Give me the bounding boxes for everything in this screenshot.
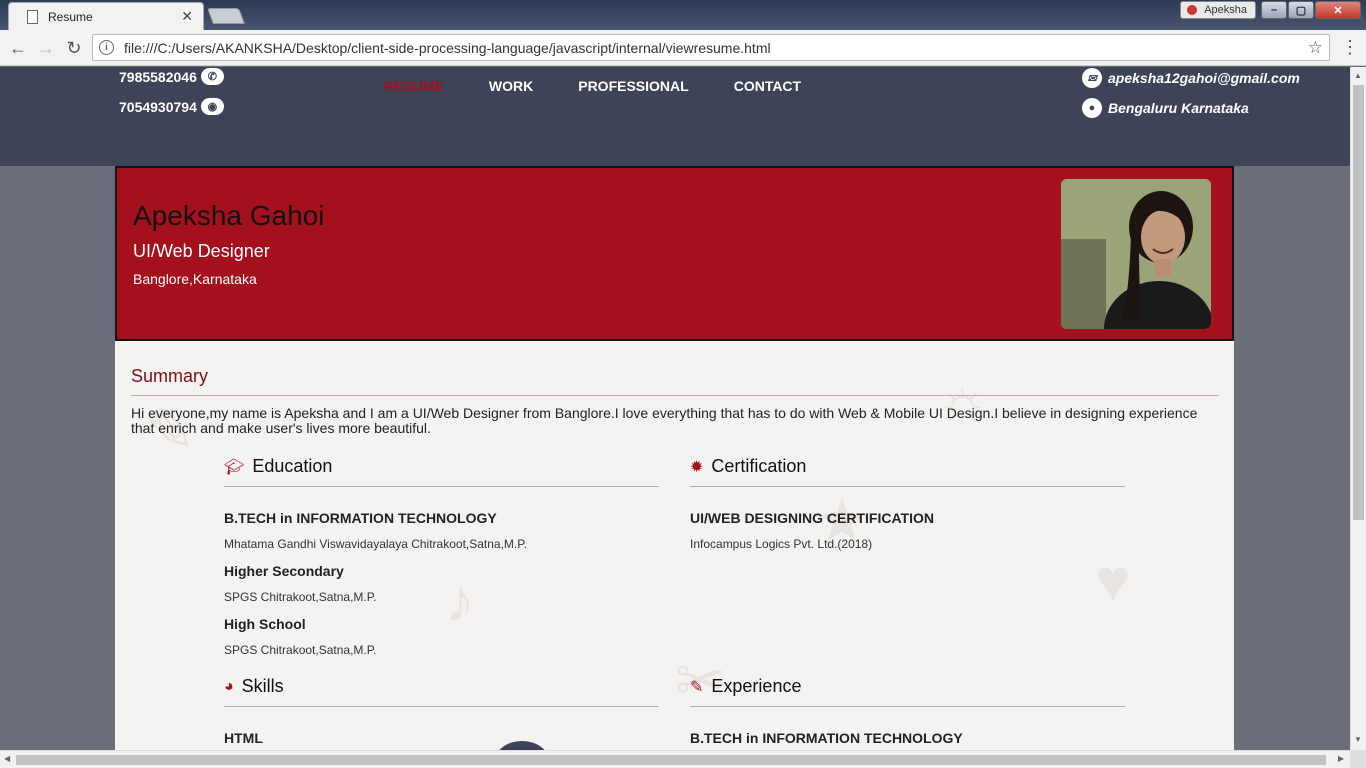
skills-heading: ◕ Skills xyxy=(224,676,284,697)
new-tab-button[interactable] xyxy=(207,8,245,24)
experience-item-title: B.TECH in INFORMATION TECHNOLOGY xyxy=(690,730,963,746)
summary-heading: Summary xyxy=(131,366,209,386)
envelope-icon: ✉ xyxy=(1082,68,1102,88)
scroll-down-icon[interactable]: ▼ xyxy=(1354,735,1362,744)
bookmark-star-icon[interactable]: ☆ xyxy=(1308,38,1323,58)
back-arrow-icon[interactable]: ← xyxy=(6,36,30,60)
profile-role: UI/Web Designer xyxy=(133,241,270,261)
education-heading: 🎓︎ Education xyxy=(224,456,332,477)
browser-tab[interactable]: Resume ✕ xyxy=(8,2,204,30)
education-item-subtitle: SPGS Chitrakoot,Satna,M.P. xyxy=(224,590,377,604)
background-doodle: ♥ xyxy=(1095,547,1131,614)
scroll-up-icon[interactable]: ▲ xyxy=(1354,71,1362,80)
window-close-button[interactable]: ✕ xyxy=(1315,1,1361,19)
nav-contact[interactable]: CONTACT xyxy=(734,78,801,94)
tab-title: Resume xyxy=(48,9,93,24)
scroll-right-icon[interactable]: ▶ xyxy=(1338,754,1344,763)
profile-name: Apeksha xyxy=(1204,4,1247,16)
phone-icon: ✆ xyxy=(200,68,224,85)
whatsapp-contact: 7054930794 ◉ xyxy=(119,98,224,115)
certification-heading-text: Certification xyxy=(711,456,807,476)
nav-work[interactable]: WORK xyxy=(489,78,533,94)
graduation-cap-icon: 🎓︎ xyxy=(224,458,245,476)
certificate-badge-icon: ✹ xyxy=(690,458,704,476)
profile-location: Banglore,Karnataka xyxy=(133,271,257,287)
certification-item-subtitle: Infocampus Logics Pvt. Ltd.(2018) xyxy=(690,537,873,551)
education-item-subtitle: Mhatama Gandhi Viswavidayalaya Chitrakoo… xyxy=(224,537,528,551)
certification-item-title: UI/WEB DESIGNING CERTIFICATION xyxy=(690,510,934,526)
profile-button[interactable]: Apeksha xyxy=(1180,1,1256,19)
experience-divider xyxy=(690,706,1125,707)
profile-photo xyxy=(1061,179,1211,329)
edit-icon: ✎ xyxy=(690,678,704,696)
info-icon[interactable]: i xyxy=(99,40,114,55)
experience-heading-text: Experience xyxy=(711,676,802,696)
education-item-title: Higher Secondary xyxy=(224,563,344,579)
scroll-left-icon[interactable]: ◀ xyxy=(4,754,10,763)
horizontal-scrollbar[interactable]: ◀ ▶ xyxy=(0,750,1350,768)
horizontal-scroll-thumb[interactable] xyxy=(16,755,1326,765)
profile-icon xyxy=(1187,5,1197,15)
profile-name-heading: Apeksha Gahoi xyxy=(133,200,325,231)
skill-item: HTML xyxy=(224,730,263,746)
experience-heading: ✎ Experience xyxy=(690,676,801,697)
url-text: file:///C:/Users/AKANKSHA/Desktop/client… xyxy=(124,39,771,56)
forward-arrow-icon[interactable]: → xyxy=(34,36,58,60)
main-nav: RESUME WORK PROFESSIONAL CONTACT xyxy=(384,78,846,94)
document-icon xyxy=(27,9,38,24)
background-doodle: ♪ xyxy=(445,567,475,634)
phone-contact: 7985582046 ✆ xyxy=(119,68,224,85)
skills-heading-text: Skills xyxy=(241,676,284,696)
minimize-button[interactable]: – xyxy=(1261,1,1287,19)
browser-menu-icon[interactable]: ⋮ xyxy=(1340,36,1360,60)
browser-tab-strip: Resume ✕ Apeksha – ▢ ✕ xyxy=(0,0,1366,30)
address-bar: ← → ↻ i file:///C:/Users/AKANKSHA/Deskto… xyxy=(0,30,1366,66)
skills-divider xyxy=(224,706,659,707)
email-text: apeksha12gahoi@gmail.com xyxy=(1108,70,1300,86)
nav-resume[interactable]: RESUME xyxy=(384,78,444,94)
location-contact: ● Bengaluru Karnataka xyxy=(1082,98,1249,118)
location-text: Bengaluru Karnataka xyxy=(1108,100,1249,116)
education-item-title: B.TECH in INFORMATION TECHNOLOGY xyxy=(224,510,497,526)
summary-divider xyxy=(131,395,1219,396)
phone-number: 7985582046 xyxy=(119,68,197,85)
certification-heading: ✹ Certification xyxy=(690,456,806,477)
maximize-button[interactable]: ▢ xyxy=(1288,1,1314,19)
whatsapp-number: 7054930794 xyxy=(119,98,197,115)
reload-icon[interactable]: ↻ xyxy=(62,36,86,60)
education-heading-text: Education xyxy=(252,456,333,476)
education-divider xyxy=(224,486,659,487)
email-contact: ✉ apeksha12gahoi@gmail.com xyxy=(1082,68,1300,88)
certification-divider xyxy=(690,486,1125,487)
vertical-scrollbar[interactable]: ▲ ▼ xyxy=(1350,67,1366,750)
pie-chart-icon: ◕ xyxy=(224,677,234,695)
scrollbar-corner xyxy=(1350,750,1366,768)
nav-professional[interactable]: PROFESSIONAL xyxy=(578,78,688,94)
resume-card: ✎ ♪ ✂ ☼ ♥ ★ Apeksha Gahoi UI/Web Designe… xyxy=(115,166,1234,756)
close-tab-icon[interactable]: ✕ xyxy=(181,8,193,25)
site-header: 7985582046 ✆ 7054930794 ◉ RESUME WORK PR… xyxy=(0,67,1350,166)
education-item-subtitle: SPGS Chitrakoot,Satna,M.P. xyxy=(224,643,377,657)
url-input[interactable]: i file:///C:/Users/AKANKSHA/Desktop/clie… xyxy=(92,34,1330,61)
summary-text: Hi everyone,my name is Apeksha and I am … xyxy=(131,405,1198,436)
profile-banner: Apeksha Gahoi UI/Web Designer Banglore,K… xyxy=(115,166,1234,341)
whatsapp-icon: ◉ xyxy=(200,98,224,115)
map-pin-icon: ● xyxy=(1082,98,1102,118)
education-item-title: High School xyxy=(224,616,306,632)
vertical-scroll-thumb[interactable] xyxy=(1353,85,1364,520)
